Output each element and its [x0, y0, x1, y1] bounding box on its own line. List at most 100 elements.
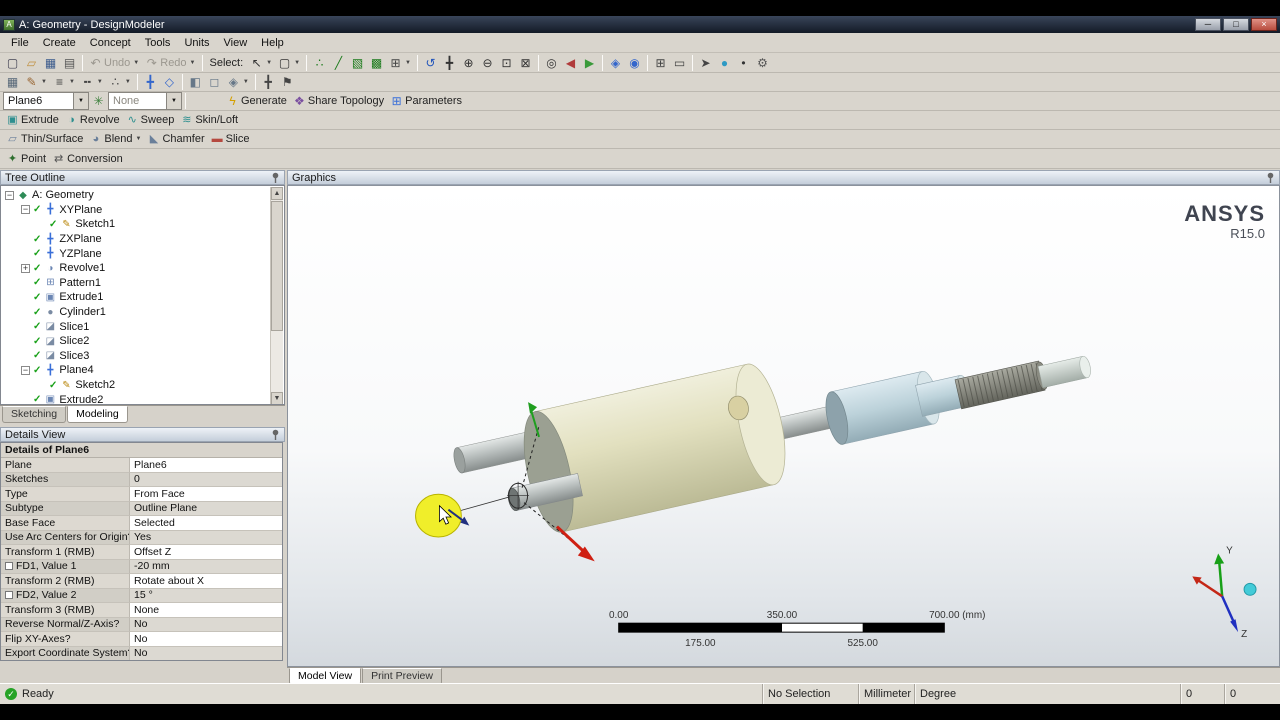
tree-item-plane4[interactable]: − ✓ ╋ Plane4: [1, 363, 284, 378]
checkbox-icon[interactable]: [5, 591, 13, 600]
selected-face-highlight[interactable]: [415, 493, 462, 538]
magnifier-button[interactable]: ◎: [542, 54, 561, 71]
file-new-button[interactable]: ▢: [3, 54, 22, 71]
filter-bodies-button[interactable]: ▩: [367, 54, 386, 71]
line-style-button[interactable]: ╍ ▼: [78, 74, 106, 91]
tree-item-a-geometry[interactable]: − ◆ A: Geometry: [1, 188, 284, 203]
menu-tools[interactable]: Tools: [138, 34, 178, 52]
details-value[interactable]: Rotate about X: [130, 574, 282, 589]
tree-item-xyplane[interactable]: − ✓ ╋ XYPlane: [1, 203, 284, 218]
details-value[interactable]: None: [130, 603, 282, 618]
pin-icon[interactable]: [271, 172, 280, 183]
details-value[interactable]: 15 °: [130, 588, 282, 603]
point-button[interactable]: ✦ Point: [3, 150, 49, 167]
blend-button[interactable]: ◕ Blend ▼: [86, 131, 144, 148]
revolve-button[interactable]: ◑ Revolve: [62, 112, 123, 129]
wireframe-view-button[interactable]: ◻: [205, 74, 224, 91]
zoom-out-button[interactable]: ⊖: [478, 54, 497, 71]
pan-button[interactable]: ╋: [440, 54, 459, 71]
tail-pipe-body[interactable]: [1037, 355, 1092, 388]
combo-arrow-icon[interactable]: ▼: [166, 93, 181, 109]
minus-expander-icon[interactable]: −: [5, 190, 14, 200]
iso-ball-icon[interactable]: [1243, 582, 1257, 596]
sweep-button[interactable]: ∿ Sweep: [123, 112, 178, 129]
details-value[interactable]: Yes: [130, 530, 282, 545]
pin-icon[interactable]: [1266, 172, 1275, 183]
menu-units[interactable]: Units: [177, 34, 216, 52]
tree-item-yzplane[interactable]: ✓ ╋ YZPlane: [1, 246, 284, 261]
sphere-display-button[interactable]: ●: [715, 54, 734, 71]
zoom-fit-button[interactable]: ⊠: [516, 54, 535, 71]
close-button[interactable]: ×: [1251, 18, 1277, 31]
viewports-button[interactable]: ⊞: [651, 54, 670, 71]
look-at-button[interactable]: ◉: [625, 54, 644, 71]
settings-button[interactable]: ⚙: [753, 54, 772, 71]
sketch-filter-combo[interactable]: None ▼: [108, 92, 182, 110]
conversion-button[interactable]: ⇄ Conversion: [49, 150, 126, 167]
triad-display-button[interactable]: ╋: [141, 74, 160, 91]
point-style-button[interactable]: ∴ ▼: [106, 74, 134, 91]
box-select-button[interactable]: ▢ ▼: [275, 54, 303, 71]
details-value[interactable]: -20 mm: [130, 559, 282, 574]
filter-vertices-button[interactable]: ∴: [310, 54, 329, 71]
tree-item-slice2[interactable]: ✓ ◪ Slice2: [1, 334, 284, 349]
details-value[interactable]: From Face: [130, 487, 282, 502]
save-button[interactable]: ▦: [41, 54, 60, 71]
tree-item-slice1[interactable]: ✓ ◪ Slice1: [1, 319, 284, 334]
details-value[interactable]: 0: [130, 472, 282, 487]
details-value[interactable]: No: [130, 617, 282, 632]
menu-view[interactable]: View: [217, 34, 255, 52]
menu-file[interactable]: File: [4, 34, 36, 52]
menu-concept[interactable]: Concept: [83, 34, 138, 52]
combo-arrow-icon[interactable]: ▼: [73, 93, 88, 109]
scroll-down-icon[interactable]: ▼: [271, 392, 283, 404]
display-plane-button[interactable]: ▦: [3, 74, 22, 91]
edge-display-button[interactable]: ◈ ▼: [224, 74, 252, 91]
selection-cursor-button[interactable]: ➤: [696, 54, 715, 71]
filter-edges-button[interactable]: ╱: [329, 54, 348, 71]
vertices-display-button[interactable]: ╋: [259, 74, 278, 91]
graphics-canvas[interactable]: ANSYS R15.0 0.00 350.00 700.00 (mm) 175.…: [287, 185, 1280, 667]
box-zoom-button[interactable]: ⊡: [497, 54, 516, 71]
orientation-triad[interactable]: Y Z: [1192, 545, 1257, 640]
minus-expander-icon[interactable]: −: [21, 365, 30, 375]
tree-item-extrude1[interactable]: ✓ ▣ Extrude1: [1, 290, 284, 305]
flex-section-body[interactable]: [954, 360, 1050, 410]
tree-item-revolve1[interactable]: + ✓ ◑ Revolve1: [1, 261, 284, 276]
minus-expander-icon[interactable]: −: [21, 205, 30, 215]
muffler-body[interactable]: [515, 360, 795, 537]
details-value[interactable]: Outline Plane: [130, 501, 282, 516]
tree-item-sketch1[interactable]: ✓ ✎ Sketch1: [1, 217, 284, 232]
details-value[interactable]: No: [130, 646, 282, 660]
filter-faces-button[interactable]: ▧: [348, 54, 367, 71]
extrude-button[interactable]: ▣ Extrude: [3, 112, 62, 129]
tree-item-sketch2[interactable]: ✓ ✎ Sketch2: [1, 378, 284, 393]
plane-axes-button[interactable]: ✳: [89, 93, 108, 110]
point-display-button[interactable]: •: [734, 54, 753, 71]
menu-help[interactable]: Help: [254, 34, 291, 52]
scroll-thumb[interactable]: [271, 201, 283, 331]
next-view-button[interactable]: ▶: [580, 54, 599, 71]
tree-item-slice3[interactable]: ✓ ◪ Slice3: [1, 349, 284, 364]
tree-item-cylinder1[interactable]: ✓ ● Cylinder1: [1, 305, 284, 320]
tree-item-extrude2[interactable]: ✓ ▣ Extrude2: [1, 392, 284, 404]
tree-item-zxplane[interactable]: ✓ ╋ ZXPlane: [1, 232, 284, 247]
thin-surface-button[interactable]: ▱ Thin/Surface: [3, 131, 86, 148]
details-value[interactable]: Selected: [130, 516, 282, 531]
plus-expander-icon[interactable]: +: [21, 263, 30, 273]
tab-modeling[interactable]: Modeling: [67, 406, 128, 423]
ruler-toggle-button[interactable]: ▭: [670, 54, 689, 71]
zoom-in-button[interactable]: ⊕: [459, 54, 478, 71]
tree-scrollbar[interactable]: ▲ ▼: [270, 187, 283, 404]
share-topology-button[interactable]: ❖ Share Topology: [290, 93, 387, 110]
parameters-button[interactable]: ⊞ Parameters: [387, 93, 465, 110]
print-button[interactable]: ▤: [60, 54, 79, 71]
line-weight-button[interactable]: ≡ ▼: [50, 74, 78, 91]
active-plane-combo[interactable]: Plane6 ▼: [3, 92, 89, 110]
select-mode-button[interactable]: ↖ ▼: [247, 54, 275, 71]
open-button[interactable]: ▱: [22, 54, 41, 71]
details-value[interactable]: Plane6: [130, 458, 282, 473]
checkbox-icon[interactable]: [5, 562, 13, 571]
details-value[interactable]: Offset Z: [130, 545, 282, 560]
scroll-up-icon[interactable]: ▲: [271, 187, 283, 200]
